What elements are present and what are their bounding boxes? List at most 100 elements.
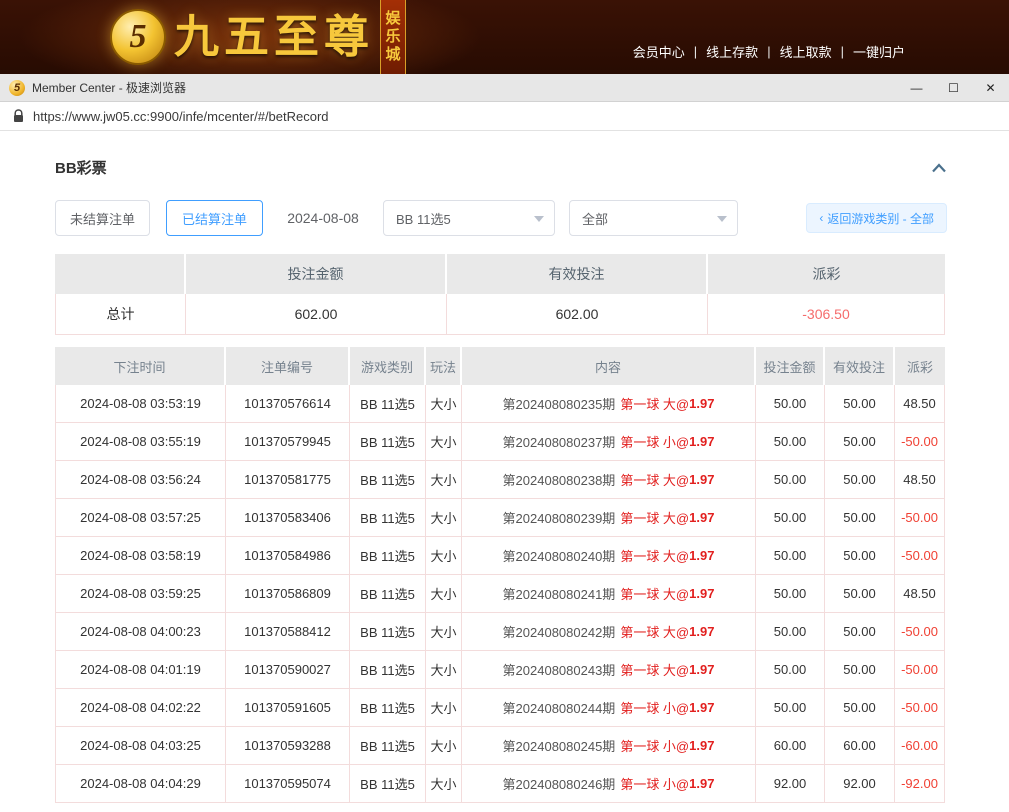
- cell-game-type: BB 11选5: [350, 727, 426, 765]
- cell-payout: -50.00: [895, 499, 945, 537]
- collapse-chevron-up-icon[interactable]: [931, 162, 947, 174]
- panel-header: BB彩票: [55, 157, 947, 178]
- content-pick: 第一球 大@: [620, 546, 689, 565]
- cell-bet-id: 101370583406: [226, 499, 350, 537]
- cell-play-type: 大小: [426, 423, 462, 461]
- content-odds: 1.97: [689, 700, 714, 715]
- content-odds: 1.97: [689, 434, 714, 449]
- summary-total-label: 总计: [55, 294, 186, 335]
- summary-payout: -306.50: [708, 294, 945, 335]
- summary-valid-bet: 602.00: [447, 294, 708, 335]
- nav-link[interactable]: 线上存款: [706, 42, 758, 61]
- table-row: 2024-08-08 03:53:19 101370576614 BB 11选5…: [55, 385, 945, 423]
- brand-logo: 5 九五至尊 娱乐城: [110, 0, 406, 74]
- content-pick: 第一球 大@: [620, 394, 689, 413]
- page-title: BB彩票: [55, 157, 107, 178]
- cell-valid-bet: 50.00: [825, 423, 895, 461]
- column-header: 玩法: [426, 347, 462, 385]
- summary-header-payout: 派彩: [708, 254, 945, 294]
- date-picker[interactable]: 2024-08-08: [283, 210, 363, 226]
- content-period: 第202408080242期: [503, 622, 616, 641]
- cell-bet-id: 101370593288: [226, 727, 350, 765]
- content-pick: 第一球 大@: [620, 584, 689, 603]
- cell-bet-id: 101370584986: [226, 537, 350, 575]
- content-odds: 1.97: [689, 776, 714, 791]
- settled-bets-button[interactable]: 已结算注单: [166, 200, 263, 236]
- cell-content: 第202408080241期 第一球 大@1.97: [462, 575, 756, 613]
- cell-play-type: 大小: [426, 727, 462, 765]
- cell-game-type: BB 11选5: [350, 385, 426, 423]
- cell-valid-bet: 50.00: [825, 385, 895, 423]
- nav-separator: |: [767, 44, 770, 59]
- cell-bet-id: 101370588412: [226, 613, 350, 651]
- cell-bet-amount: 60.00: [756, 727, 825, 765]
- content-odds: 1.97: [689, 586, 714, 601]
- cell-bet-amount: 50.00: [756, 537, 825, 575]
- unsettled-bets-button[interactable]: 未结算注单: [55, 200, 150, 236]
- cell-bet-time: 2024-08-08 03:59:25: [55, 575, 226, 613]
- cell-bet-time: 2024-08-08 03:56:24: [55, 461, 226, 499]
- cell-play-type: 大小: [426, 765, 462, 803]
- table-row: 2024-08-08 03:57:25 101370583406 BB 11选5…: [55, 499, 945, 537]
- cell-bet-id: 101370581775: [226, 461, 350, 499]
- bet-table-body: 2024-08-08 03:53:19 101370576614 BB 11选5…: [55, 385, 945, 803]
- chevron-down-icon: [717, 216, 727, 227]
- column-header: 投注金额: [756, 347, 825, 385]
- nav-link[interactable]: 线上取款: [780, 42, 832, 61]
- cell-game-type: BB 11选5: [350, 613, 426, 651]
- table-row: 2024-08-08 04:02:22 101370591605 BB 11选5…: [55, 689, 945, 727]
- back-arrow-icon: ‹: [819, 211, 823, 225]
- brand-logo-text: 九五至尊: [174, 0, 374, 74]
- cell-play-type: 大小: [426, 385, 462, 423]
- back-button-label: 返回游戏类别 - 全部: [827, 210, 934, 227]
- minimize-button[interactable]: —: [898, 74, 935, 102]
- scope-select[interactable]: 全部: [569, 200, 738, 236]
- address-bar: https://www.jw05.cc:9900/infe/mcenter/#/…: [0, 102, 1009, 131]
- table-row: 2024-08-08 03:56:24 101370581775 BB 11选5…: [55, 461, 945, 499]
- content-pick: 第一球 大@: [620, 660, 689, 679]
- cell-bet-time: 2024-08-08 04:04:29: [55, 765, 226, 803]
- cell-play-type: 大小: [426, 499, 462, 537]
- chevron-down-icon: [534, 216, 544, 227]
- cell-play-type: 大小: [426, 461, 462, 499]
- window-title: Member Center - 极速浏览器: [32, 79, 186, 96]
- maximize-button[interactable]: ☐: [935, 74, 972, 102]
- content-odds: 1.97: [689, 738, 714, 753]
- nav-link[interactable]: 一键归户: [853, 42, 905, 61]
- nav-link[interactable]: 会员中心: [633, 42, 685, 61]
- coin-logo-icon: 5: [110, 9, 166, 65]
- column-header: 派彩: [895, 347, 945, 385]
- lock-icon: [13, 109, 24, 123]
- cell-bet-amount: 50.00: [756, 423, 825, 461]
- cell-content: 第202408080242期 第一球 大@1.97: [462, 613, 756, 651]
- table-row: 2024-08-08 03:55:19 101370579945 BB 11选5…: [55, 423, 945, 461]
- cell-bet-id: 101370591605: [226, 689, 350, 727]
- cell-payout: -50.00: [895, 651, 945, 689]
- content-period: 第202408080246期: [503, 774, 616, 793]
- summary-total-row: 总计 602.00 602.00 -306.50: [55, 294, 945, 335]
- cell-bet-amount: 92.00: [756, 765, 825, 803]
- cell-play-type: 大小: [426, 689, 462, 727]
- content-pick: 第一球 大@: [620, 470, 689, 489]
- summary-header-blank: [55, 254, 186, 294]
- cell-bet-id: 101370586809: [226, 575, 350, 613]
- cell-content: 第202408080237期 第一球 小@1.97: [462, 423, 756, 461]
- back-to-game-category-button[interactable]: ‹ 返回游戏类别 - 全部: [806, 203, 947, 233]
- table-row: 2024-08-08 03:59:25 101370586809 BB 11选5…: [55, 575, 945, 613]
- game-type-select[interactable]: BB 11选5: [383, 200, 555, 236]
- summary-header-valid-bet: 有效投注: [447, 254, 708, 294]
- bet-record-table: 下注时间注单编号游戏类别玩法内容投注金额有效投注派彩 2024-08-08 03…: [55, 347, 945, 803]
- cell-valid-bet: 50.00: [825, 575, 895, 613]
- cell-bet-id: 101370590027: [226, 651, 350, 689]
- cell-bet-amount: 50.00: [756, 613, 825, 651]
- url-input[interactable]: https://www.jw05.cc:9900/infe/mcenter/#/…: [33, 109, 329, 124]
- close-button[interactable]: ✕: [972, 74, 1009, 102]
- cell-game-type: BB 11选5: [350, 423, 426, 461]
- column-header: 内容: [462, 347, 756, 385]
- content-odds: 1.97: [689, 510, 714, 525]
- content-odds: 1.97: [689, 472, 714, 487]
- cell-bet-time: 2024-08-08 04:03:25: [55, 727, 226, 765]
- content-period: 第202408080244期: [503, 698, 616, 717]
- cell-payout: -50.00: [895, 689, 945, 727]
- scope-select-value: 全部: [582, 209, 608, 228]
